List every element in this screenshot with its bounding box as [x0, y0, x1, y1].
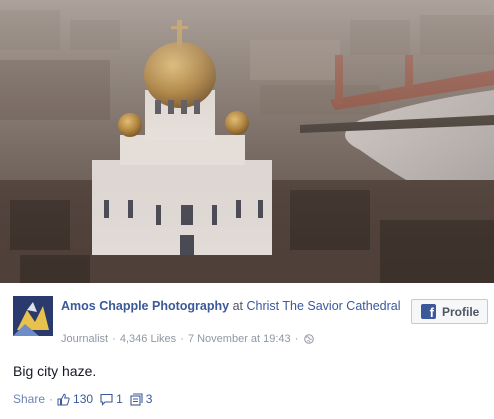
profile-button[interactable]: f Profile — [411, 299, 488, 324]
comment-count-value: 1 — [116, 392, 123, 406]
page-category: Journalist — [61, 333, 109, 345]
meta-separator: · — [112, 333, 116, 345]
post-meta: Journalist · 4,346 Likes · 7 November at… — [61, 333, 315, 347]
meta-separator: · — [180, 333, 184, 345]
profile-button-label: Profile — [442, 304, 480, 319]
post-timestamp[interactable]: 7 November at 19:43 — [188, 333, 291, 345]
share-link[interactable]: Share — [13, 392, 45, 406]
share-count-value: 3 — [145, 392, 153, 406]
like-count-value: 130 — [73, 392, 94, 406]
comment-bubble-icon — [100, 393, 113, 406]
post-actions: Share · 130 1 3 — [13, 392, 159, 406]
post-message: Big city haze. — [13, 363, 97, 379]
share-count[interactable]: 3 — [130, 392, 153, 406]
post-photo[interactable] — [0, 0, 494, 283]
like-count[interactable]: 130 — [57, 392, 93, 406]
meta-separator: · — [294, 333, 299, 345]
page-likes-count[interactable]: 4,346 Likes — [120, 333, 176, 345]
action-separator: · — [49, 392, 54, 406]
post-header: Amos Chapple Photography at Christ The S… — [61, 297, 401, 315]
page-name-link[interactable]: Amos Chapple Photography — [61, 299, 229, 313]
page-avatar[interactable] — [13, 296, 53, 336]
facebook-logo-icon: f — [421, 304, 436, 319]
globe-icon[interactable] — [304, 334, 315, 347]
place-link[interactable]: Christ The Savior Cathedral — [246, 299, 400, 313]
share-stack-icon — [130, 392, 143, 406]
at-word: at — [232, 299, 243, 313]
post-card: Amos Chapple Photography at Christ The S… — [0, 283, 494, 419]
comment-count[interactable]: 1 — [100, 392, 123, 406]
thumbs-up-icon — [57, 393, 70, 405]
